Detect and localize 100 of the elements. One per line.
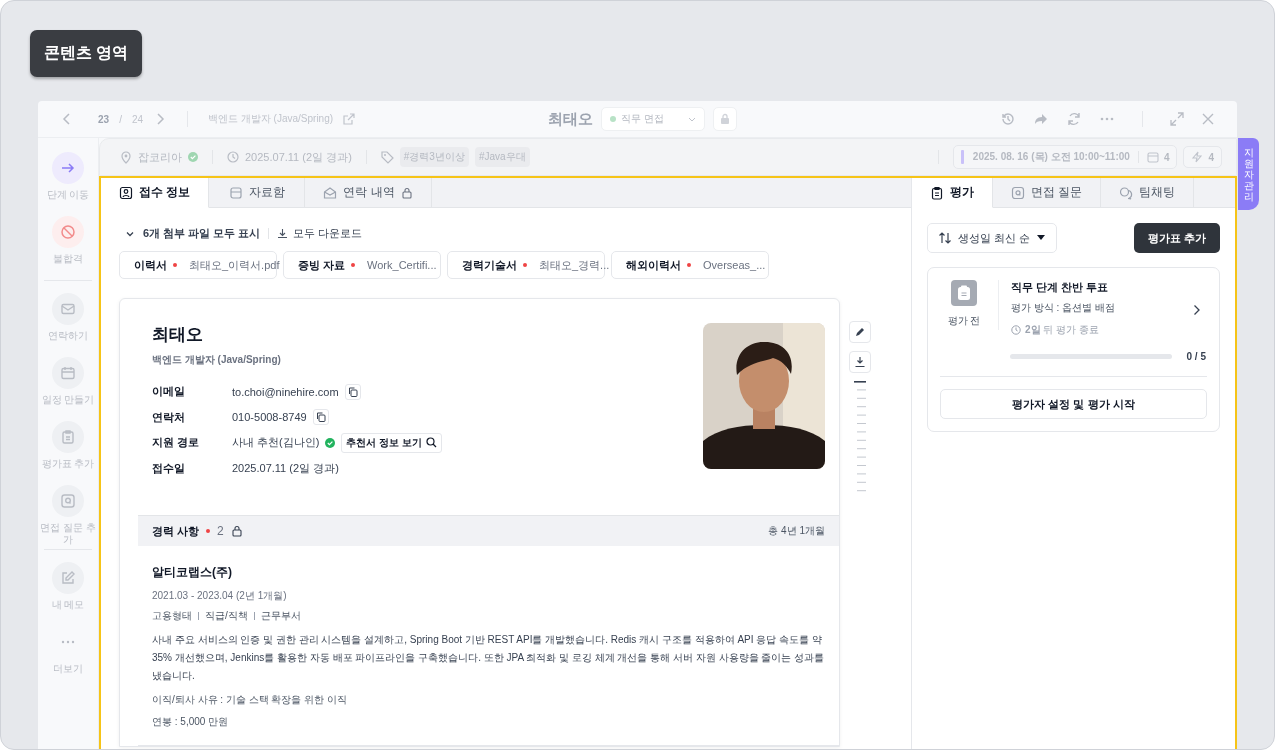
chat-icon <box>1119 185 1134 200</box>
rail-button[interactable] <box>52 562 84 594</box>
caret-icon <box>688 116 696 122</box>
candidate-name: 최태오 <box>152 324 204 346</box>
folder-icon <box>228 185 243 200</box>
evaluation-title: 직무 단계 찬반 투표 <box>1011 280 1110 295</box>
career-description: 사내 주요 서비스의 인증 및 권한 관리 시스템을 설계하고, Spring Boot 기반 REST API를 개발했습니다. Redis 캐시 구조를 적용하여 API 응답 속도를 약 35% 개선했으며, Jenkins를 활용한 자동 배포 파이프라인을 구축했습니다. 또한 JPA 최적화 및 로깅 체계 개선을 통해 서버 자원 사용량을 줄이는 성과를 냈습니다. <box>152 633 825 683</box>
source-text: 잡코리아 <box>138 149 182 165</box>
rail-label: 더보기 <box>52 663 84 675</box>
question-box-icon <box>60 493 76 509</box>
lock-icon <box>719 113 731 125</box>
sort-icon <box>938 231 952 245</box>
field-value: 010-5008-8749 <box>232 411 307 424</box>
page-separator: / <box>119 113 122 125</box>
external-link-icon[interactable] <box>343 113 356 125</box>
envelope-icon <box>323 185 338 200</box>
rail-button[interactable] <box>52 485 84 517</box>
clock-icon <box>227 151 239 163</box>
rail-label: 불합격 <box>52 253 84 265</box>
tag-icon <box>380 150 394 164</box>
evaluation-method: 평가 방식 : 옵션별 배점 <box>1011 301 1116 315</box>
career-meta: 직급/직책 <box>205 609 248 623</box>
pencil-icon <box>854 326 866 338</box>
person-card-icon <box>119 185 133 200</box>
lock-icon <box>400 186 413 199</box>
career-meta: 근무부서 <box>260 609 301 623</box>
field-label: 연락처 <box>152 409 186 425</box>
caret-down-icon <box>1036 235 1047 241</box>
rail-button[interactable] <box>52 152 84 184</box>
lock-icon <box>230 525 243 537</box>
question-box-icon <box>1011 185 1025 200</box>
add-evaluation-button[interactable]: 평가표 추가 <box>1133 223 1220 253</box>
career-period: 2021.03 - 2023.04 (2년 1개월) <box>152 589 288 603</box>
download-button[interactable] <box>849 351 871 373</box>
lock-button[interactable] <box>713 107 737 131</box>
field-label: 지원 경로 <box>152 435 201 451</box>
edit-button[interactable] <box>849 321 871 343</box>
download-icon <box>277 228 289 239</box>
calendar-icon <box>1146 151 1159 163</box>
deadline-text: 2일 뒤 평가 종료 <box>1025 323 1099 337</box>
candidate-role: 백엔드 개발자 (Java/Spring) <box>152 353 282 367</box>
lightning-icon <box>1191 151 1204 163</box>
evaluation-card[interactable]: 평가 전 직무 단계 찬반 투표 평가 방식 : 옵션별 배점 2일 뒤 평가 종료 0 / 5 평가자 설정 및 평가 시작 <box>927 267 1220 432</box>
rail-button[interactable] <box>52 216 84 248</box>
field-label: 접수일 <box>152 460 186 476</box>
field-label: 이메일 <box>152 384 186 400</box>
copy-button[interactable] <box>344 383 361 400</box>
area-label: 콘텐츠 영역 <box>30 30 143 77</box>
section-title: 경력 사항 <box>152 523 200 539</box>
start-evaluation-button[interactable]: 평가자 설정 및 평가 시작 <box>940 389 1207 419</box>
clipboard-icon <box>930 185 944 200</box>
download-all-link[interactable]: 모두 다운로드 <box>277 226 363 241</box>
clipboard-icon <box>60 429 76 445</box>
tab[interactable]: 연락 내역 <box>305 178 432 208</box>
prohibited-icon <box>60 224 76 240</box>
show-attachments-toggle[interactable]: 6개 첨부 파일 모두 표시 <box>125 226 261 241</box>
leave-reason: 이직/퇴사 사유 : 기술 스택 확장을 위한 이직 <box>152 693 348 707</box>
close-icon[interactable] <box>1201 112 1215 126</box>
tab[interactable]: 접수 정보 <box>101 178 210 208</box>
career-meta: 고용형태 <box>152 609 192 623</box>
location-pin-icon <box>120 150 132 164</box>
edit-icon <box>60 570 76 586</box>
rail-label: 일정 만들기 <box>40 394 96 406</box>
tab[interactable]: 팀채팅 <box>1101 178 1195 208</box>
copy-button[interactable] <box>312 409 329 426</box>
clipboard-icon <box>951 280 977 306</box>
attachment-chip[interactable]: 증빙 자료 Work_Certifi... <box>283 251 441 279</box>
share-icon[interactable] <box>1033 111 1049 127</box>
tab[interactable]: 면접 질문 <box>993 178 1102 208</box>
copy-icon <box>315 412 326 423</box>
chevron-right-icon[interactable] <box>1193 304 1201 316</box>
company-name: 알티코랩스(주) <box>152 564 233 581</box>
field-value: to.choi@ninehire.com <box>232 385 339 398</box>
rail-label: 연락하기 <box>47 330 89 342</box>
rail-button[interactable] <box>52 357 84 389</box>
history-icon[interactable] <box>1000 111 1016 127</box>
evaluation-status: 평가 전 <box>947 314 981 328</box>
clock-icon <box>1011 325 1021 335</box>
applicant-name: 최태오 <box>548 109 593 129</box>
sort-select[interactable]: 생성일 최신 순 <box>927 223 1058 253</box>
career-count: 2 <box>217 524 224 538</box>
attachment-chip[interactable]: 해외이력서 Overseas_... <box>611 251 769 279</box>
calendar-icon <box>60 365 76 381</box>
page-current: 23 <box>98 113 110 125</box>
expand-icon[interactable] <box>1170 112 1184 126</box>
field-value: 사내 추천(김나인) <box>232 435 320 451</box>
rail-button[interactable] <box>52 421 84 453</box>
verified-icon <box>188 152 198 162</box>
download-icon <box>854 356 866 368</box>
tab[interactable]: 자료함 <box>209 178 306 208</box>
rail-button[interactable] <box>52 293 84 325</box>
field-value: 2025.07.11 (2일 경과) <box>232 460 339 476</box>
salary: 연봉 : 5,000 만원 <box>152 715 230 729</box>
referral-info-button[interactable]: 추천서 정보 보기 <box>341 432 442 453</box>
search-icon <box>425 437 437 449</box>
career-total: 총 4년 1개월 <box>768 524 825 538</box>
applied-date: 2025.07.11 (2일 경과) <box>245 149 352 165</box>
envelope-icon <box>60 301 76 317</box>
refresh-icon[interactable] <box>1066 111 1082 127</box>
tab[interactable]: 평가 <box>912 178 993 208</box>
